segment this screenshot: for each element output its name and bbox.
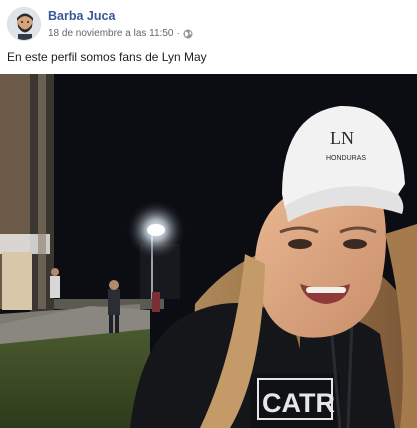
author-avatar[interactable] xyxy=(7,7,41,41)
meta-separator: · xyxy=(176,28,180,39)
author-name-link[interactable]: Barba Juca xyxy=(48,9,115,23)
cap-logo: LN xyxy=(330,128,354,148)
post-text: En este perfil somos fans de Lyn May xyxy=(7,50,207,64)
avatar-illustration xyxy=(8,8,40,40)
post-timestamp[interactable]: 18 de noviembre a las 11:50 xyxy=(48,28,173,39)
post-header: Barba Juca 18 de noviembre a las 11:50 · xyxy=(0,0,417,44)
photo-scene: CATR LN HONDURAS xyxy=(0,74,417,428)
post-photo[interactable]: CATR LN HONDURAS xyxy=(0,74,417,428)
cap-text: HONDURAS xyxy=(326,155,366,162)
shirt-print: CATR xyxy=(262,388,335,418)
globe-icon[interactable] xyxy=(183,29,193,39)
post-meta: 18 de noviembre a las 11:50 · xyxy=(48,28,193,39)
